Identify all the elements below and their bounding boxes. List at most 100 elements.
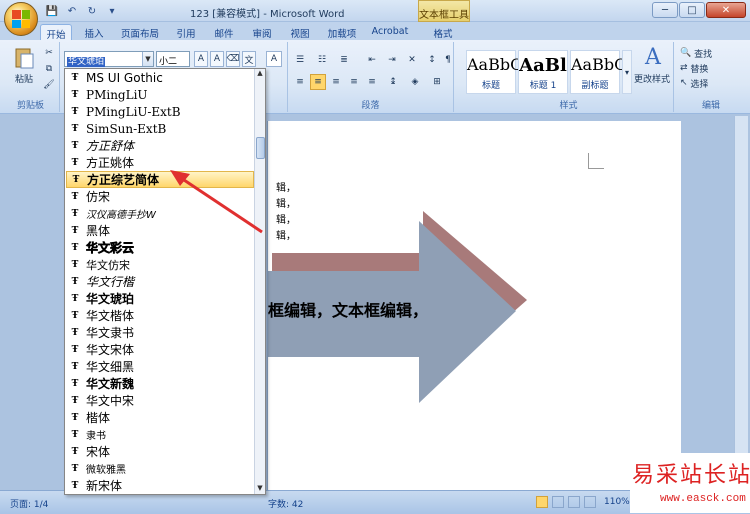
- font-option[interactable]: Ŧ 华文楷体: [66, 307, 254, 324]
- find-button[interactable]: 🔍 查找: [680, 46, 740, 60]
- scroll-thumb[interactable]: [256, 137, 265, 159]
- page-count[interactable]: 页面: 1/4: [10, 497, 48, 510]
- maximize-button[interactable]: □: [679, 2, 705, 18]
- sort-icon[interactable]: ↕: [424, 52, 440, 68]
- style-title[interactable]: AaBbC 标题: [466, 50, 523, 94]
- vertical-scrollbar[interactable]: [734, 116, 748, 488]
- distribute-icon[interactable]: ≡: [364, 74, 380, 90]
- bullets-icon[interactable]: ☰: [292, 52, 308, 68]
- scroll-down-icon[interactable]: ▼: [255, 484, 265, 494]
- font-option[interactable]: Ŧ 华文隶书: [66, 324, 254, 341]
- font-list-scrollbar[interactable]: ▲ ▼: [254, 69, 265, 494]
- select-button[interactable]: ↖ 选择: [680, 76, 740, 90]
- font-option[interactable]: Ŧ 华文仿宋: [66, 256, 254, 273]
- line-spacing-icon[interactable]: ↨: [384, 74, 402, 90]
- clear-format-icon[interactable]: ⌫: [226, 51, 240, 67]
- replace-button[interactable]: ⇄ 替换: [680, 61, 740, 75]
- minimize-button[interactable]: ─: [652, 2, 678, 18]
- font-option-label: 仿宋: [86, 190, 111, 204]
- web-layout-icon[interactable]: [568, 496, 580, 508]
- fullscreen-reading-icon[interactable]: [552, 496, 564, 508]
- undo-icon[interactable]: ↶: [64, 4, 80, 18]
- tab-page-layout[interactable]: 页面布局: [118, 24, 162, 40]
- tab-insert[interactable]: 插入: [80, 24, 108, 40]
- select-label: 选择: [690, 79, 709, 90]
- font-dropdown-icon[interactable]: ▼: [142, 52, 153, 66]
- replace-icon: ⇄: [680, 63, 688, 73]
- arrow-text[interactable]: 框编辑，文本框编辑，: [268, 297, 428, 321]
- tab-acrobat[interactable]: Acrobat: [368, 24, 412, 40]
- font-option[interactable]: Ŧ 新宋体: [66, 477, 254, 494]
- style-subtitle[interactable]: AaBbC 副标题: [570, 50, 626, 94]
- word-count[interactable]: 字数: 42: [268, 497, 303, 510]
- font-size-input[interactable]: 小二: [156, 51, 190, 67]
- align-left-icon[interactable]: ≡: [292, 74, 308, 90]
- chinese-layout-icon[interactable]: ✕: [404, 52, 420, 68]
- font-option[interactable]: Ŧ 微软雅黑: [66, 460, 254, 477]
- redo-icon[interactable]: ↻: [84, 4, 100, 18]
- font-option[interactable]: Ŧ MS UI Gothic: [66, 69, 254, 86]
- numbering-icon[interactable]: ☷: [314, 52, 330, 68]
- align-center-icon[interactable]: ≡: [310, 74, 326, 90]
- styles-more-icon[interactable]: ▾: [622, 50, 632, 94]
- document-page[interactable]: 辑， 辑， 辑， 辑， 框编辑，文本框编辑，: [267, 121, 681, 490]
- style-heading-1[interactable]: AaBl 标题 1: [518, 50, 568, 94]
- paste-icon[interactable]: [12, 46, 36, 70]
- font-option[interactable]: Ŧ PMingLiU: [66, 86, 254, 103]
- char-border-icon[interactable]: A: [266, 51, 282, 67]
- font-option-label: 方正综艺简体: [87, 173, 160, 187]
- tab-home[interactable]: 开始: [40, 24, 72, 41]
- font-option[interactable]: Ŧ 华文细黑: [66, 358, 254, 375]
- font-name-input[interactable]: 华文琥珀 ▼: [64, 51, 154, 67]
- borders-icon[interactable]: ⊞: [428, 74, 446, 90]
- font-dropdown-list[interactable]: Ŧ MS UI Gothic Ŧ PMingLiU Ŧ PMingLiU-ExtB Ŧ…: [64, 68, 266, 495]
- tab-view[interactable]: 视图: [286, 24, 314, 40]
- tab-references[interactable]: 引用: [172, 24, 200, 40]
- office-button[interactable]: [4, 2, 38, 36]
- font-option[interactable]: Ŧ 华文宋体: [66, 341, 254, 358]
- truetype-icon: Ŧ: [71, 123, 79, 134]
- scroll-up-icon[interactable]: ▲: [255, 69, 265, 79]
- close-button[interactable]: ✕: [706, 2, 746, 18]
- font-option[interactable]: Ŧ 华文新魏: [66, 375, 254, 392]
- font-option[interactable]: Ŧ 华文中宋: [66, 392, 254, 409]
- font-option[interactable]: Ŧ 楷体: [66, 409, 254, 426]
- font-option[interactable]: Ŧ 华文琥珀: [66, 290, 254, 307]
- format-painter-icon[interactable]: 🖌: [42, 78, 56, 92]
- tab-format[interactable]: 格式: [428, 24, 458, 40]
- font-option-label: PMingLiU: [86, 87, 148, 102]
- tab-review[interactable]: 审阅: [248, 24, 276, 40]
- decrease-indent-icon[interactable]: ⇤: [364, 52, 380, 68]
- font-option[interactable]: Ŧ 隶书: [66, 426, 254, 443]
- increase-indent-icon[interactable]: ⇥: [384, 52, 400, 68]
- paste-button[interactable]: 粘贴: [10, 72, 38, 85]
- tab-mailings[interactable]: 邮件: [210, 24, 238, 40]
- font-option[interactable]: Ŧ 宋体: [66, 443, 254, 460]
- justify-icon[interactable]: ≡: [346, 74, 362, 90]
- outline-view-icon[interactable]: [584, 496, 596, 508]
- font-option[interactable]: Ŧ 华文行楷: [66, 273, 254, 290]
- grow-font-icon[interactable]: A: [194, 51, 208, 67]
- change-styles-icon[interactable]: A: [634, 44, 672, 70]
- font-option[interactable]: Ŧ 方正舒体: [66, 137, 254, 154]
- style-sample: AaBbC: [467, 55, 523, 74]
- style-sample: AaBl: [519, 55, 567, 76]
- font-option-label: 华文新魏: [86, 377, 135, 391]
- phonetic-guide-icon[interactable]: 文: [242, 51, 256, 67]
- tab-addins[interactable]: 加载项: [322, 24, 362, 40]
- multilevel-list-icon[interactable]: ≣: [336, 52, 352, 68]
- shrink-font-icon[interactable]: A: [210, 51, 224, 67]
- change-styles-button[interactable]: 更改样式: [632, 72, 672, 85]
- zoom-level[interactable]: 110%: [604, 497, 630, 507]
- save-icon[interactable]: 💾: [44, 4, 60, 18]
- font-option[interactable]: Ŧ PMingLiU-ExtB: [66, 103, 254, 120]
- copy-icon[interactable]: ⧉: [42, 62, 56, 76]
- shading-icon[interactable]: ◈: [406, 74, 424, 90]
- font-option[interactable]: Ŧ SimSun-ExtB: [66, 120, 254, 137]
- qat-dropdown-icon[interactable]: ▾: [104, 4, 120, 18]
- print-layout-view-icon[interactable]: [536, 496, 548, 508]
- truetype-icon: Ŧ: [71, 191, 79, 202]
- align-right-icon[interactable]: ≡: [328, 74, 344, 90]
- cut-icon[interactable]: ✂: [42, 46, 56, 60]
- show-marks-icon[interactable]: ¶: [442, 52, 454, 68]
